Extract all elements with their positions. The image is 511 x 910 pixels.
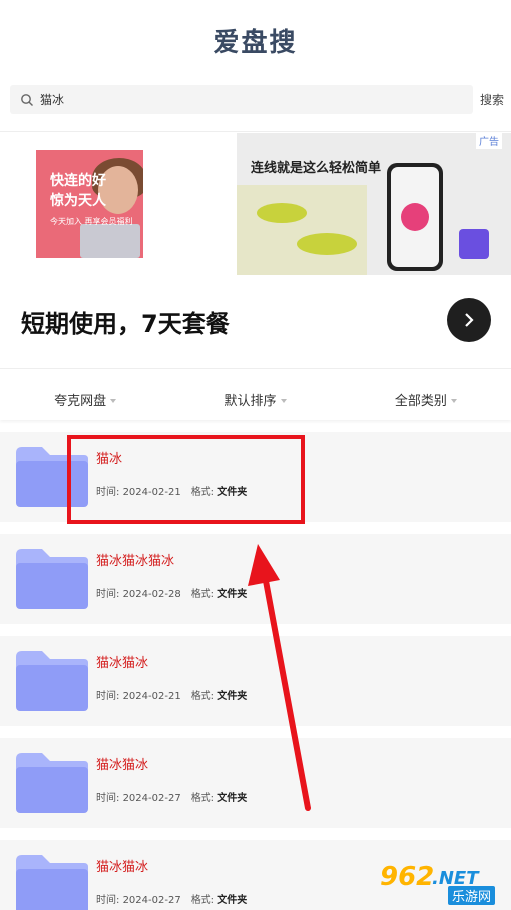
result-meta: 时间: 2024-02-28 格式: 文件夹 [96,585,247,600]
ad-fabric-pattern [257,203,307,223]
red-arrow-icon [248,544,311,811]
result-meta: 时间: 2024-02-21 格式: 文件夹 [96,687,247,702]
page: 爱盘搜 猫冰 搜索 快连的好 惊为天人 今天加入 再享会员福利 连线就是这么轻松… [0,0,511,910]
result-date: 2024-02-27 [122,793,181,804]
format-label: 格式: [190,589,215,600]
result-title[interactable]: 猫冰猫冰猫冰 [96,550,174,569]
folder-icon [16,549,88,609]
search-input[interactable]: 猫冰 [10,85,473,114]
app-title: 爱盘搜 [213,28,298,58]
ad-image-right[interactable]: 连线就是这么轻松简单 [237,133,511,275]
ad-phone-button [401,203,429,231]
time-label: 时间: [96,691,120,702]
folder-icon [16,855,88,910]
filter-sort[interactable]: 默认排序 [170,390,340,409]
caret-down-icon [280,399,287,403]
ad-phone [387,163,443,271]
caret-down-icon [450,399,457,403]
result-title[interactable]: 猫冰猫冰 [96,856,148,875]
folder-icon [16,651,88,711]
arrow-right-icon [465,313,474,327]
search-query: 猫冰 [40,93,65,107]
result-title[interactable]: 猫冰猫冰 [96,652,148,671]
time-label: 时间: [96,589,120,600]
ad-brand-logo [459,229,489,259]
filter-bar: 夸克网盘 默认排序 全部类别 [0,378,511,420]
ad-left-line1: 快连的好 [50,173,106,189]
format-label: 格式: [190,793,215,804]
time-label: 时间: [96,793,120,804]
result-date: 2024-02-28 [122,589,181,600]
folder-icon [16,753,88,813]
result-title[interactable]: 猫冰猫冰 [96,754,148,773]
ad-left-line3: 今天加入 再享会员福利 [50,217,133,226]
ad-phone-screen [391,167,439,267]
filter-category-label: 全部类别 [394,393,447,409]
ad-fabric-pattern [297,233,357,255]
ad-banner[interactable]: 快连的好 惊为天人 今天加入 再享会员福利 连线就是这么轻松简单 广告 短期使用… [0,131,511,369]
watermark-number: 962 [380,862,435,892]
highlight-box [67,435,305,524]
time-label: 时间: [96,895,120,906]
search-button[interactable]: 搜索 [480,91,504,108]
ad-tag: 广告 [476,132,502,149]
search-icon [21,93,33,106]
ad-left-line2: 惊为天人 [50,193,106,209]
ad-caption: 短期使用，7天套餐 [21,310,230,338]
filter-category[interactable]: 全部类别 [341,390,511,409]
filter-drive[interactable]: 夸克网盘 [0,390,170,409]
result-date: 2024-02-27 [122,895,181,906]
ad-fabric [237,185,367,275]
result-meta: 时间: 2024-02-27 格式: 文件夹 [96,789,247,804]
format-label: 格式: [190,691,215,702]
watermark-site: 乐游网 [448,886,496,905]
ad-image-left[interactable]: 快连的好 惊为天人 今天加入 再享会员福利 [36,150,143,258]
ad-laptop [80,224,140,258]
ad-right-headline: 连线就是这么轻松简单 [251,161,382,176]
watermark-logo: 962 .NET 乐游网 [372,862,506,906]
ad-arrow-button[interactable] [447,298,491,342]
filter-sort-label: 默认排序 [224,393,277,409]
result-date: 2024-02-21 [122,691,181,702]
filter-drive-label: 夸克网盘 [54,393,107,409]
result-format: 文件夹 [217,895,248,906]
format-label: 格式: [190,895,215,906]
result-meta: 时间: 2024-02-27 格式: 文件夹 [96,891,247,906]
caret-down-icon [110,399,117,403]
